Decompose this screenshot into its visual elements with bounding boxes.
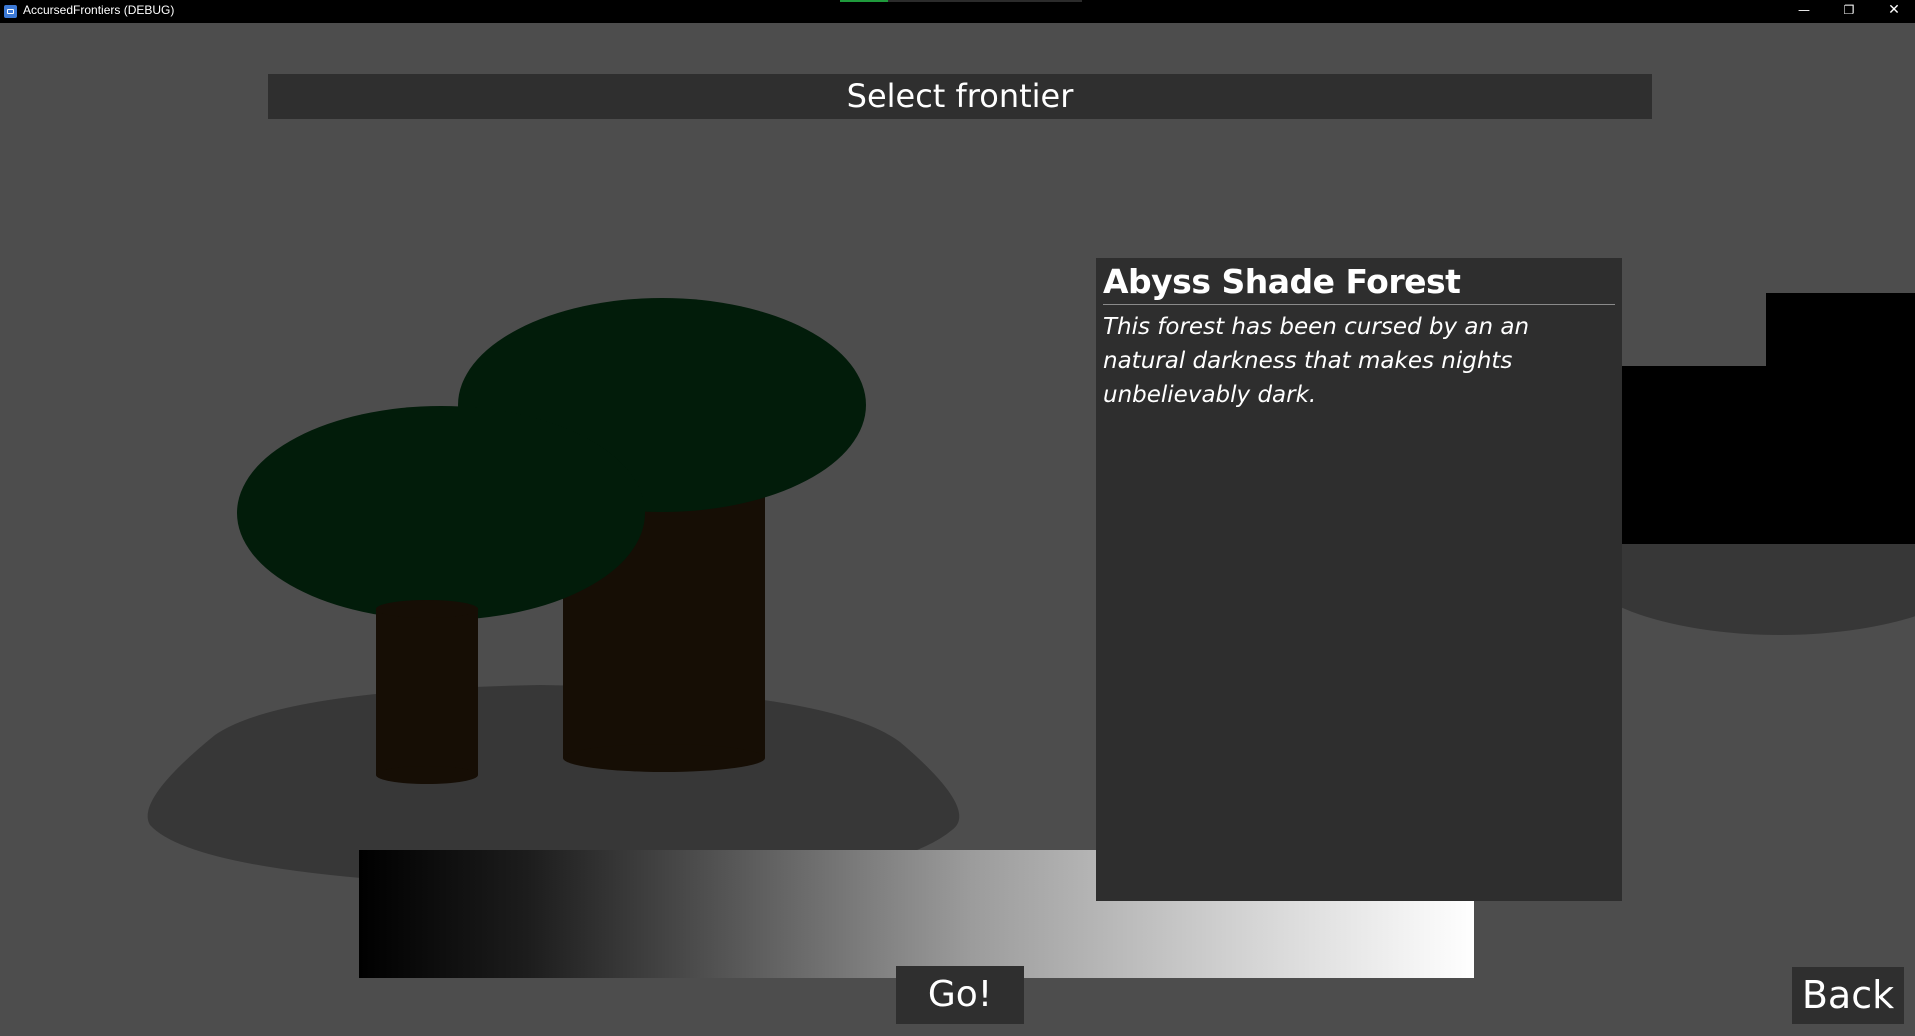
close-window-button[interactable]: ✕ [1871,0,1915,23]
background-block-upper [1766,293,1915,373]
window-titlebar: AccursedFrontiers (DEBUG) — ❐ ✕ [0,0,1915,23]
tree-canopy-left [237,406,645,620]
go-button[interactable]: Go! [896,966,1024,1024]
loading-progress-fill [840,0,889,2]
minimize-button[interactable]: — [1781,0,1827,23]
tree-trunk-right-base [563,744,765,772]
tree-trunk-left [376,608,478,775]
loading-progress-bar [840,0,1082,2]
page-title: Select frontier [268,74,1652,119]
tree-trunk-left-top [376,600,478,618]
back-button[interactable]: Back [1792,967,1904,1024]
frontier-description: This forest has been cursed by an an nat… [1103,314,1530,408]
tree-trunk-left-base [376,766,478,784]
app-icon [4,5,17,18]
minimize-icon: — [1798,3,1810,17]
restore-icon: ❐ [1843,3,1855,17]
frontier-info-panel: Abyss Shade Forest This forest has been … [1096,258,1622,901]
window-title: AccursedFrontiers (DEBUG) [23,3,175,17]
background-block-lower [1610,366,1915,544]
frontier-name: Abyss Shade Forest [1103,262,1461,301]
info-divider [1103,304,1615,305]
restore-button[interactable]: ❐ [1826,0,1872,23]
close-icon: ✕ [1888,2,1900,18]
